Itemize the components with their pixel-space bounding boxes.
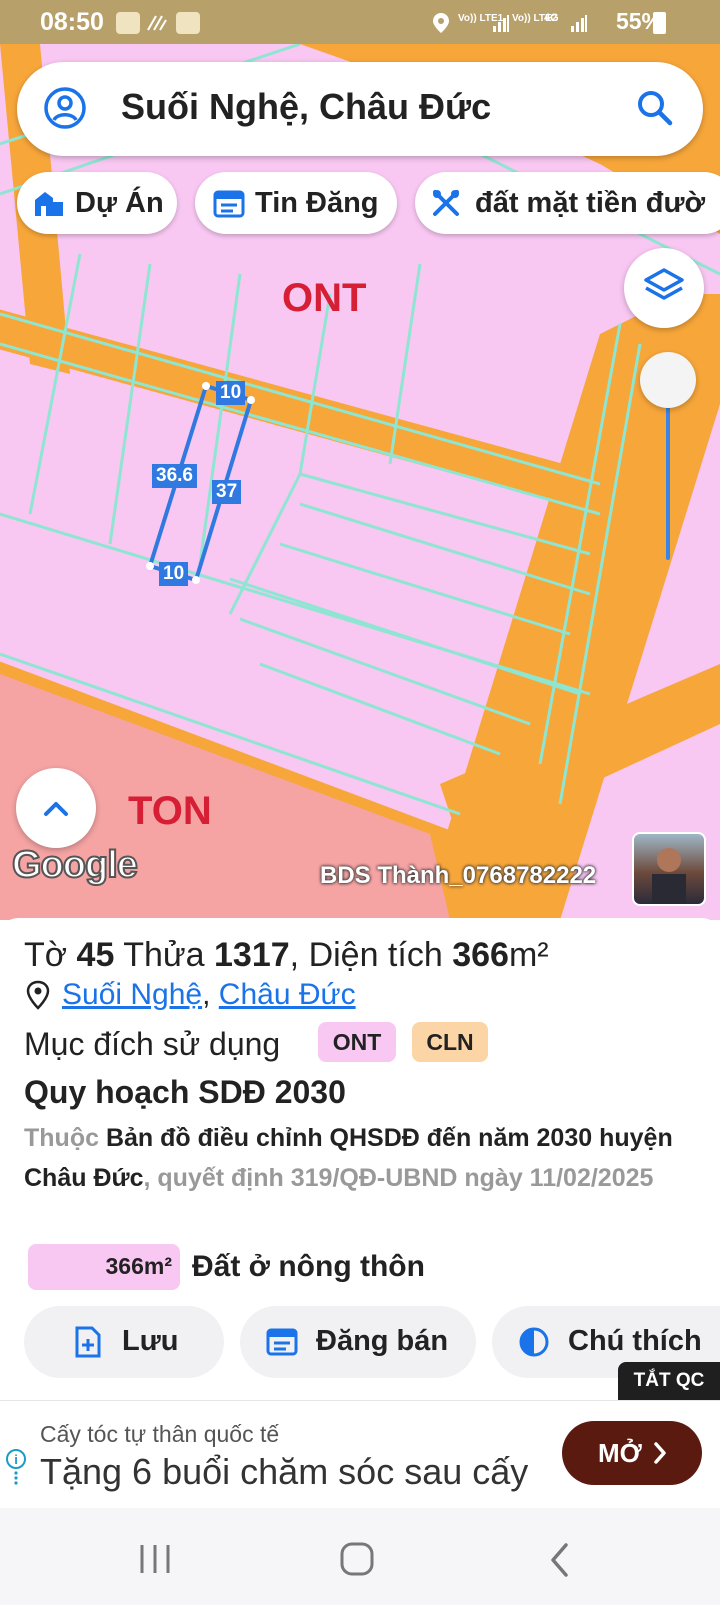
dimension-label: 10 [216,381,246,405]
layers-button[interactable] [624,248,704,328]
ad-open-label: MỞ [598,1438,642,1468]
chip-tin-dang[interactable]: Tin Đăng [195,172,397,234]
ad-open-button[interactable]: MỞ [562,1421,702,1485]
signal-bars-icon-2 [570,14,588,32]
plan-description: Thuộc Bản đồ điều chỉnh QHSDĐ đến năm 20… [24,1118,684,1198]
battery-icon [653,12,666,34]
account-icon[interactable] [41,84,89,137]
search-title[interactable]: Suối Nghệ, Châu Đức [121,86,491,128]
owner-label: BDS Thành_0768782222 [320,862,597,889]
chip-label: Dự Án [75,187,164,219]
search-bar[interactable]: Suối Nghệ, Châu Đức [17,62,703,156]
system-nav-bar [0,1508,720,1605]
save-button[interactable]: Lưu [24,1306,224,1378]
ad-subtitle: Cấy tóc tự thân quốc tế [40,1421,280,1447]
plan-title: Quy hoạch SDĐ 2030 [24,1074,346,1110]
purpose-badge-cln: CLN [412,1022,488,1062]
chevron-right-icon [654,1442,666,1464]
signal-stripes-icon [146,14,168,32]
dimension-label: 37 [212,480,242,504]
clock: 08:50 [40,8,104,36]
recents-icon [140,1545,170,1573]
zone-label-ton: TON [128,789,212,833]
home-button[interactable] [338,1540,378,1583]
land-swatch: 366m² [28,1244,180,1290]
tools-icon [433,190,459,216]
signal-bars-icon [492,14,510,32]
area-label: Diện tích [308,936,443,974]
location-icon [432,12,450,39]
land-type: Đất ở nông thôn [192,1250,425,1283]
parcel-vertex [146,562,154,570]
to-label: Tờ [24,936,68,974]
info-icon[interactable]: i [4,1449,28,1494]
area-unit: m² [508,936,549,974]
dimension-label: 36.6 [152,464,197,488]
parcel-heading: Tờ 45 Thửa 1317, Diện tích 366m² [24,936,549,974]
save-file-icon [75,1326,101,1358]
post-sale-label: Đăng bán [316,1325,449,1357]
location-pin-icon [26,980,50,1015]
zone-label-ont: ONT [282,276,367,320]
recent-apps-button[interactable] [136,1542,176,1581]
legend-label: Chú thích [568,1325,702,1357]
parcel-vertex [192,576,200,584]
land-area: 366m² [105,1253,172,1279]
building-icon [35,192,63,216]
svg-text:i: i [14,1452,18,1467]
contrast-icon [519,1327,549,1357]
calendar-icon [213,190,245,218]
back-icon [551,1543,568,1577]
chip-label: Tin Đăng [255,187,379,219]
plan-prefix: Thuộc [24,1124,99,1152]
home-icon [340,1542,374,1576]
app-notification-icon [116,12,140,34]
network-type: 4G [544,12,559,24]
opacity-slider-handle[interactable] [640,352,696,408]
status-bar: 08:50 Vo)) LTE1 Vo)) LTE2 4G 55% [0,0,720,44]
road [0,309,600,514]
app-notification-icon-2 [176,12,200,34]
location-links: Suối Nghệ, Châu Đức [62,978,356,1011]
search-icon[interactable] [635,88,675,133]
purpose-label: Mục đích sử dụng [24,1026,281,1062]
thua-label: Thửa [123,936,205,974]
district-link[interactable]: Châu Đức [219,978,356,1011]
to-number: 45 [76,936,115,974]
thua-number: 1317 [214,936,290,974]
layers-icon [644,268,684,300]
parcel-vertex [202,382,210,390]
opacity-slider-track[interactable] [666,390,670,560]
avatar[interactable] [632,832,706,906]
plan-decision: , quyết định 319/QĐ-UBND ngày 11/02/2025 [143,1164,654,1192]
ad-banner[interactable]: i Cấy tóc tự thân quốc tế Tặng 6 buổi ch… [0,1400,720,1509]
chip-du-an[interactable]: Dự Án [17,172,177,234]
chevron-up-icon [44,802,68,816]
ad-title: Tặng 6 buổi chăm sóc sau cấy [40,1451,529,1492]
expand-up-button[interactable] [16,768,96,848]
area-value: 366 [452,936,509,974]
save-label: Lưu [122,1325,179,1357]
chip-label: đất mặt tiền đườ [475,187,706,219]
commune-link[interactable]: Suối Nghệ [62,978,202,1011]
calendar-icon [266,1328,298,1356]
close-ad-button[interactable]: TẮT QC [618,1362,720,1400]
google-logo: Google [11,843,139,887]
post-sale-button[interactable]: Đăng bán [240,1306,476,1378]
purpose-badge-ont: ONT [318,1022,396,1062]
parcel-vertex [247,396,255,404]
back-button[interactable] [548,1542,572,1583]
chip-mat-tien[interactable]: đất mặt tiền đườ [415,172,720,234]
dimension-label: 10 [159,562,189,586]
